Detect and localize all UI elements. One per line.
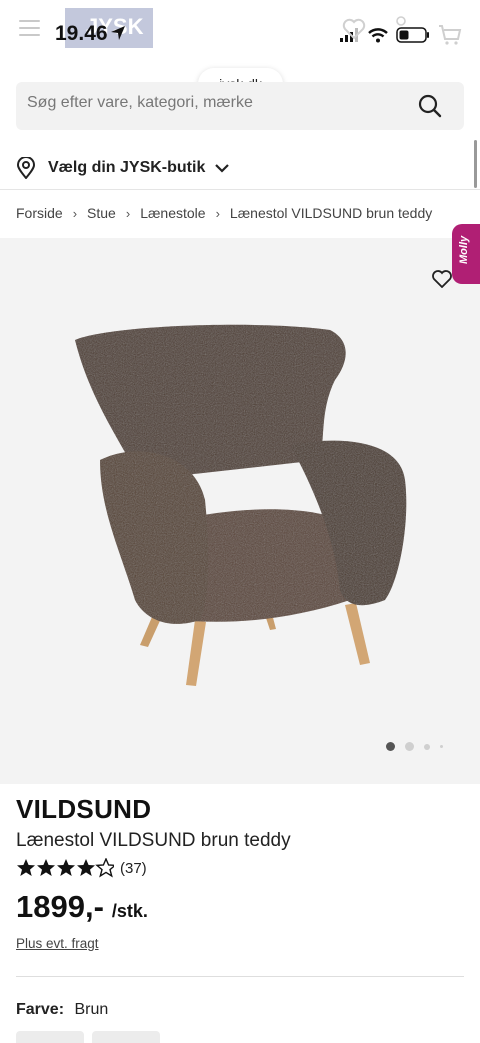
- location-pin-icon: [16, 157, 36, 179]
- wifi-icon: [368, 27, 388, 42]
- product-name: Lænestol VILDSUND brun teddy: [16, 830, 291, 851]
- rating-count[interactable]: (37): [120, 860, 147, 877]
- breadcrumb-item-laenestole[interactable]: Lænestole: [140, 205, 205, 221]
- heart-outline-icon[interactable]: [342, 18, 366, 40]
- color-label: Farve:: [16, 1001, 65, 1018]
- breadcrumb-item-forside[interactable]: Forside: [16, 205, 63, 221]
- price-amount: 1899,-: [16, 889, 104, 924]
- divider: [16, 976, 464, 977]
- product-brand: VILDSUND: [16, 794, 152, 824]
- color-value: Brun: [74, 1001, 109, 1018]
- color-swatch[interactable]: [92, 1031, 160, 1043]
- gallery-pagination[interactable]: [386, 742, 443, 751]
- color-swatch[interactable]: [16, 1031, 84, 1043]
- chevron-down-icon: [215, 163, 230, 173]
- store-label: Vælg din JYSK-butik: [48, 159, 206, 176]
- pagination-dot[interactable]: [440, 745, 443, 748]
- product-rating[interactable]: (37): [16, 858, 147, 878]
- color-selector-label: Farve: Brun: [16, 1001, 108, 1019]
- breadcrumb-item-stue[interactable]: Stue: [87, 205, 116, 221]
- breadcrumb-item-current: Lænestol VILDSUND brun teddy: [229, 205, 433, 221]
- menu-icon[interactable]: [19, 20, 40, 38]
- store-picker[interactable]: Vælg din JYSK-butik: [16, 155, 230, 181]
- status-time: 19.46: [55, 22, 108, 45]
- wishlist-heart-icon[interactable]: [432, 270, 452, 288]
- star-rating-icon: [17, 858, 114, 877]
- chevron-right-icon: ›: [72, 205, 78, 221]
- divider: [0, 189, 480, 190]
- product-image-armchair[interactable]: [60, 320, 420, 700]
- pagination-dot[interactable]: [424, 743, 430, 750]
- chevron-right-icon: ›: [125, 205, 131, 221]
- cart-icon[interactable]: [438, 24, 462, 46]
- pagination-dot[interactable]: [405, 742, 414, 751]
- chevron-right-icon: ›: [215, 205, 220, 221]
- top-bar: JYSK 19.46: [0, 0, 480, 70]
- search-bar[interactable]: [16, 82, 464, 130]
- chat-widget-molly[interactable]: Molly: [452, 224, 480, 284]
- search-input[interactable]: [27, 94, 407, 112]
- search-icon[interactable]: [418, 94, 442, 118]
- chat-widget-label: Molly: [458, 235, 470, 264]
- location-arrow-icon: [111, 26, 125, 40]
- pagination-dot-active[interactable]: [386, 742, 395, 751]
- freight-link[interactable]: Plus evt. fragt: [16, 936, 99, 951]
- user-icon[interactable]: [394, 16, 408, 32]
- price-unit: /stk.: [111, 901, 148, 921]
- breadcrumb: Forside › Stue › Lænestole › Lænestol VI…: [16, 205, 432, 221]
- product-price: 1899,- /stk.: [16, 889, 148, 925]
- scrollbar[interactable]: [474, 140, 477, 188]
